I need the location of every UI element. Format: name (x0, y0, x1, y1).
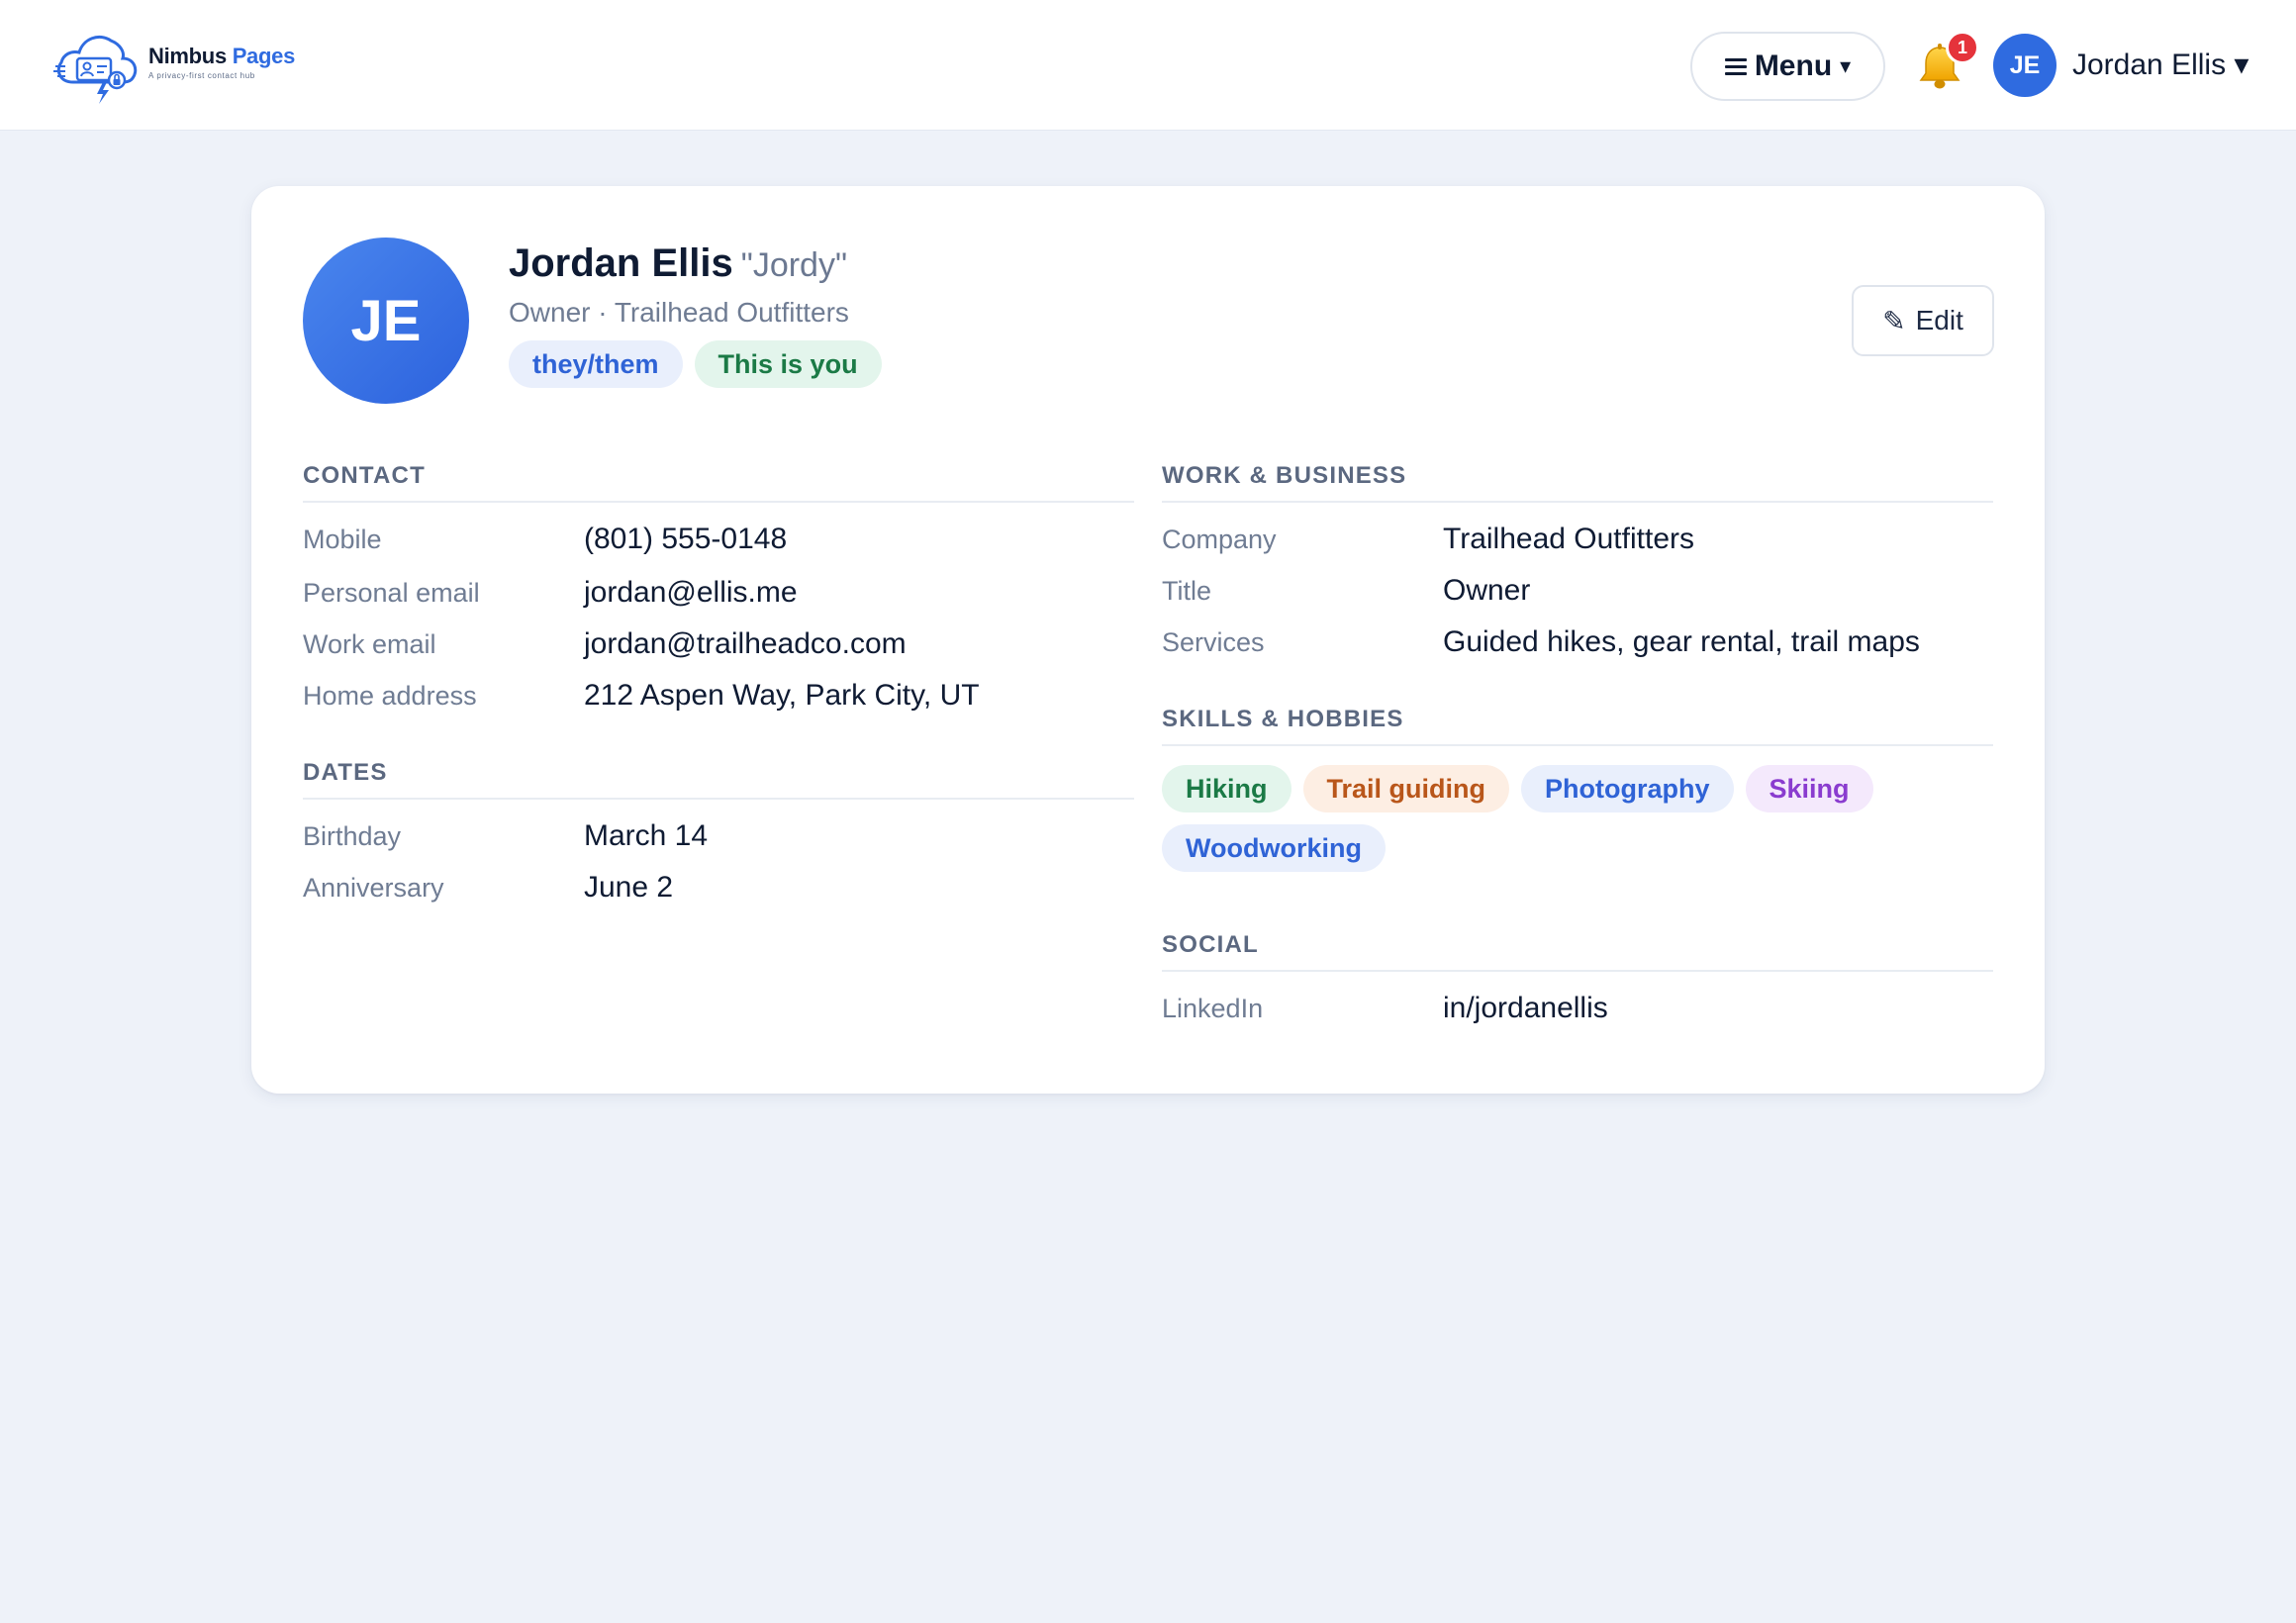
social-section-title: SOCIAL (1162, 931, 1259, 958)
logo-tagline: A privacy-first contact hub (148, 70, 255, 80)
birthday-value: March 14 (584, 819, 709, 852)
anniversary-label: Anniversary (303, 873, 444, 903)
top-bar: Nimbus Pages A privacy-first contact hub… (0, 0, 2296, 131)
chevron-down-icon: ▾ (1840, 53, 1852, 78)
linkedin-label: LinkedIn (1162, 994, 1264, 1023)
home-address-label: Home address (303, 681, 477, 711)
work-section-title: WORK & BUSINESS (1162, 462, 1407, 489)
company-label: Company (1162, 525, 1277, 554)
personal-email-value[interactable]: jordan@ellis.me (584, 576, 798, 610)
notification-badge: 1 (1946, 31, 1979, 64)
logo-wordmark: Nimbus Pages (148, 43, 296, 68)
contact-divider (303, 501, 1134, 503)
title-label: Title (1162, 576, 1212, 606)
work-email-label: Work email (303, 629, 436, 659)
home-address-value[interactable]: 212 Aspen Way, Park City, UT (584, 679, 980, 713)
skills-section-title: SKILLS & HOBBIES (1162, 706, 1404, 732)
pencil-icon: ✎ (1882, 305, 1906, 336)
menu-button[interactable]: Menu ▾ (1690, 32, 1885, 101)
skill-tag-hiking: Hiking (1162, 765, 1292, 812)
hamburger-icon (1724, 57, 1747, 75)
skill-tag-woodworking: Woodworking (1162, 824, 1386, 872)
skills-divider (1162, 744, 1993, 746)
skill-tag-skiing: Skiing (1745, 765, 1873, 812)
profile-role: Owner · Trailhead Outfitters (509, 297, 849, 328)
app-logo[interactable]: Nimbus Pages A privacy-first contact hub (51, 26, 295, 105)
user-avatar[interactable]: JE (1993, 34, 2057, 97)
dates-section-title: DATES (303, 759, 388, 786)
edit-button[interactable]: ✎ Edit (1852, 285, 1994, 356)
skill-tag-trail-guiding: Trail guiding (1302, 765, 1510, 812)
user-menu-button[interactable]: Jordan Ellis ▾ (2072, 48, 2248, 82)
work-email-value[interactable]: jordan@trailheadco.com (584, 627, 907, 661)
menu-label: Menu (1754, 49, 1833, 82)
self-badge: This is you (694, 340, 882, 388)
title-value: Owner (1443, 574, 1531, 607)
pronouns-badge: they/them (509, 340, 683, 388)
cloud-contact-icon (53, 36, 138, 104)
contact-section-title: CONTACT (303, 462, 426, 489)
social-divider (1162, 970, 1993, 972)
mobile-value[interactable]: (801) 555-0148 (584, 523, 787, 556)
profile-name-line: Jordan Ellis "Jordy" (509, 241, 847, 286)
services-label: Services (1162, 627, 1265, 657)
linkedin-value[interactable]: in/jordanellis (1443, 992, 1608, 1025)
profile-card: JE Jordan Ellis "Jordy" Owner · Trailhead… (251, 186, 2045, 1094)
edit-label: Edit (1915, 305, 1963, 335)
work-divider (1162, 501, 1993, 503)
skills-tag-list: Hiking Trail guiding Photography Skiing … (1162, 765, 2013, 872)
company-value: Trailhead Outfitters (1443, 523, 1694, 555)
profile-nickname: "Jordy" (740, 246, 848, 284)
mobile-label: Mobile (303, 525, 382, 554)
personal-email-label: Personal email (303, 578, 480, 608)
anniversary-value: June 2 (584, 871, 674, 904)
dates-divider (303, 798, 1134, 800)
skill-tag-photography: Photography (1521, 765, 1734, 812)
profile-full-name: Jordan Ellis (509, 241, 733, 285)
profile-badges: they/them This is you (509, 340, 882, 388)
services-value: Guided hikes, gear rental, trail maps (1443, 625, 1920, 658)
birthday-label: Birthday (303, 821, 402, 851)
profile-avatar: JE (303, 238, 469, 404)
